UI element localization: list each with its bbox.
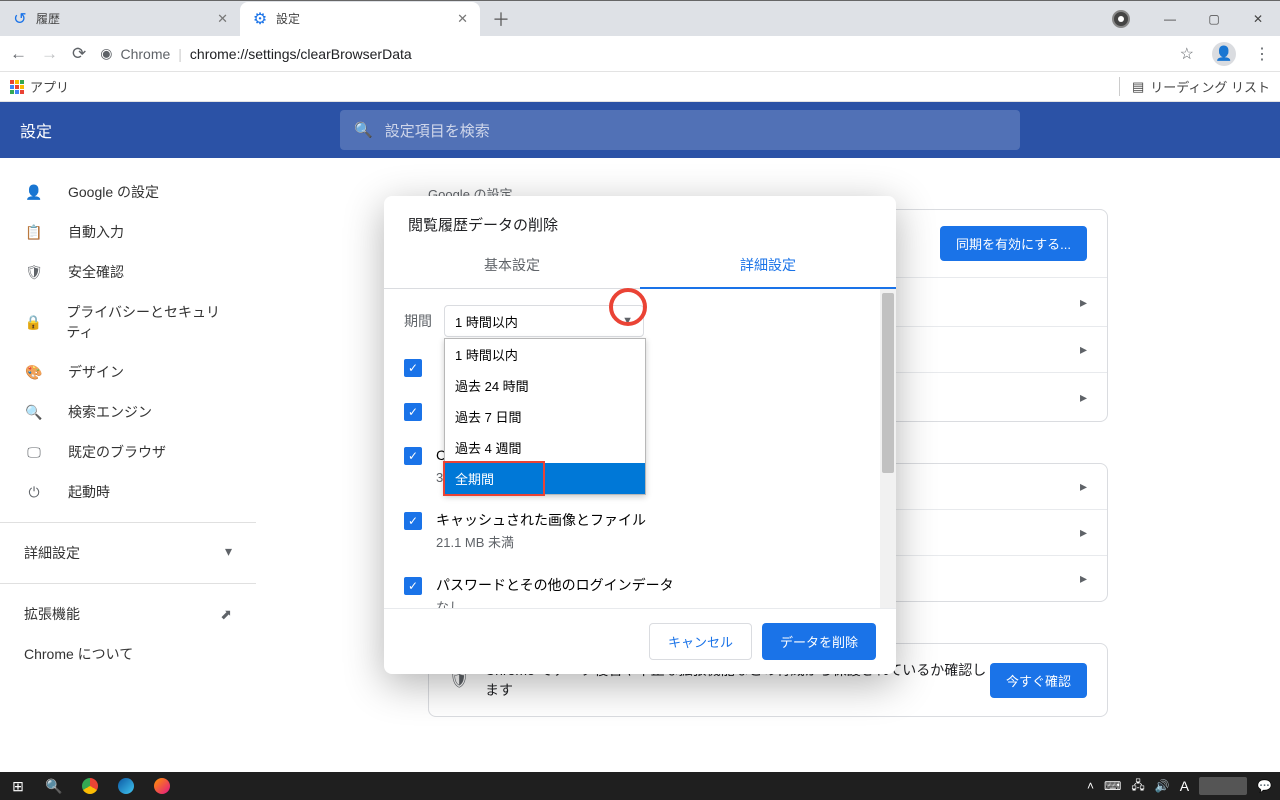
dropdown-option[interactable]: 過去 24 時間 <box>445 370 645 401</box>
apps-shortcut[interactable]: アプリ <box>10 77 69 96</box>
bookmark-bar: アプリ ▤ リーディング リスト <box>0 72 1280 102</box>
tab-advanced[interactable]: 詳細設定 <box>640 243 896 289</box>
address-bar: ← → ⟳ ◉ Chrome | chrome://settings/clear… <box>0 36 1280 72</box>
system-tray[interactable]: ˄ ⌨ 🖧 🔊 A 💬 <box>1087 776 1280 797</box>
scrollbar[interactable] <box>880 289 896 608</box>
avatar-icon[interactable]: 👤 <box>1212 42 1236 66</box>
search-button[interactable]: 🔍 <box>36 772 72 800</box>
close-icon[interactable]: ✕ <box>217 11 228 27</box>
incognito-icon[interactable] <box>1112 10 1130 28</box>
forward-button[interactable]: → <box>41 44 58 64</box>
menu-icon[interactable]: ⋮ <box>1254 44 1270 64</box>
ime-indicator[interactable]: A <box>1180 778 1189 794</box>
maximize-button[interactable]: ▢ <box>1192 4 1236 34</box>
dropdown-option[interactable]: 過去 7 日間 <box>445 401 645 432</box>
reading-list-label: リーディング リスト <box>1150 77 1270 96</box>
apps-icon <box>10 80 24 94</box>
back-button[interactable]: ← <box>10 44 27 64</box>
tab-basic[interactable]: 基本設定 <box>384 243 640 289</box>
clear-data-button[interactable]: データを削除 <box>762 623 876 660</box>
history-icon: ↺ <box>12 11 28 27</box>
reload-button[interactable]: ⟳ <box>72 44 86 64</box>
check-row[interactable]: ✓ パスワードとその他のログインデータなし <box>404 563 876 608</box>
time-range-select[interactable]: 1 時間以内 ▼ 1 時間以内 過去 24 時間 過去 7 日間 過去 4 週間… <box>444 305 644 337</box>
scrollbar-thumb[interactable] <box>882 293 894 473</box>
settings-icon: ⚙ <box>252 11 268 27</box>
checkbox-icon[interactable]: ✓ <box>404 512 422 530</box>
clear-data-dialog: 閲覧履歴データの削除 基本設定 詳細設定 期間 1 時間以内 ▼ 1 時間以内 … <box>384 196 896 674</box>
blurred-area <box>1199 777 1247 795</box>
ime-icon[interactable]: ⌨ <box>1104 779 1121 793</box>
reading-list-button[interactable]: ▤ リーディング リスト <box>1119 77 1270 96</box>
dialog-footer: キャンセル データを削除 <box>384 608 896 674</box>
url-text: chrome://settings/clearBrowserData <box>190 46 412 62</box>
apps-label: アプリ <box>30 77 69 96</box>
dialog-title: 閲覧履歴データの削除 <box>384 196 896 243</box>
dropdown-option[interactable]: 1 時間以内 <box>445 339 645 370</box>
tab-label: 履歴 <box>36 10 60 27</box>
close-button[interactable]: ✕ <box>1236 4 1280 34</box>
reading-list-icon: ▤ <box>1132 79 1144 95</box>
tray-chevron-icon[interactable]: ˄ <box>1087 779 1094 793</box>
taskbar: ⊞ 🔍 ˄ ⌨ 🖧 🔊 A 💬 <box>0 772 1280 800</box>
checkbox-icon[interactable]: ✓ <box>404 359 422 377</box>
firefox-taskbar-icon[interactable] <box>144 772 180 800</box>
window-controls: ― ▢ ✕ <box>1112 4 1280 34</box>
volume-icon[interactable]: 🔊 <box>1155 779 1170 793</box>
time-range-dropdown: 1 時間以内 過去 24 時間 過去 7 日間 過去 4 週間 全期間 <box>444 338 646 495</box>
tab-label: 設定 <box>276 10 300 27</box>
tab-settings[interactable]: ⚙ 設定 ✕ <box>240 2 480 36</box>
edge-taskbar-icon[interactable] <box>108 772 144 800</box>
range-label: 期間 <box>404 311 432 331</box>
start-button[interactable]: ⊞ <box>0 772 36 800</box>
dialog-tabs: 基本設定 詳細設定 <box>384 243 896 289</box>
cancel-button[interactable]: キャンセル <box>649 623 752 660</box>
window-tab-strip: ↺ 履歴 ✕ ⚙ 設定 ✕ ＋ ― ▢ ✕ <box>0 0 1280 36</box>
dialog-body: 期間 1 時間以内 ▼ 1 時間以内 過去 24 時間 過去 7 日間 過去 4… <box>384 289 896 608</box>
dialog-overlay: 閲覧履歴データの削除 基本設定 詳細設定 期間 1 時間以内 ▼ 1 時間以内 … <box>0 102 1280 772</box>
check-row[interactable]: ✓ キャッシュされた画像とファイル21.1 MB 未満 <box>404 498 876 563</box>
caret-down-icon: ▼ <box>622 315 633 327</box>
notification-icon[interactable]: 💬 <box>1257 779 1272 793</box>
checkbox-icon[interactable]: ✓ <box>404 403 422 421</box>
new-tab-button[interactable]: ＋ <box>480 6 522 32</box>
close-icon[interactable]: ✕ <box>457 11 468 27</box>
star-icon[interactable]: ☆ <box>1180 44 1194 64</box>
checkbox-icon[interactable]: ✓ <box>404 447 422 465</box>
chrome-taskbar-icon[interactable] <box>72 772 108 800</box>
range-value: 1 時間以内 <box>455 312 518 331</box>
omnibox[interactable]: ◉ Chrome | chrome://settings/clearBrowse… <box>100 45 411 62</box>
dropdown-option-all[interactable]: 全期間 <box>445 463 645 494</box>
dropdown-option[interactable]: 過去 4 週間 <box>445 432 645 463</box>
tab-history[interactable]: ↺ 履歴 ✕ <box>0 2 240 36</box>
url-prefix: Chrome <box>120 46 170 62</box>
minimize-button[interactable]: ― <box>1148 4 1192 34</box>
chrome-icon: ◉ <box>100 45 112 62</box>
network-icon[interactable]: 🖧 <box>1131 776 1144 797</box>
checkbox-icon[interactable]: ✓ <box>404 577 422 595</box>
